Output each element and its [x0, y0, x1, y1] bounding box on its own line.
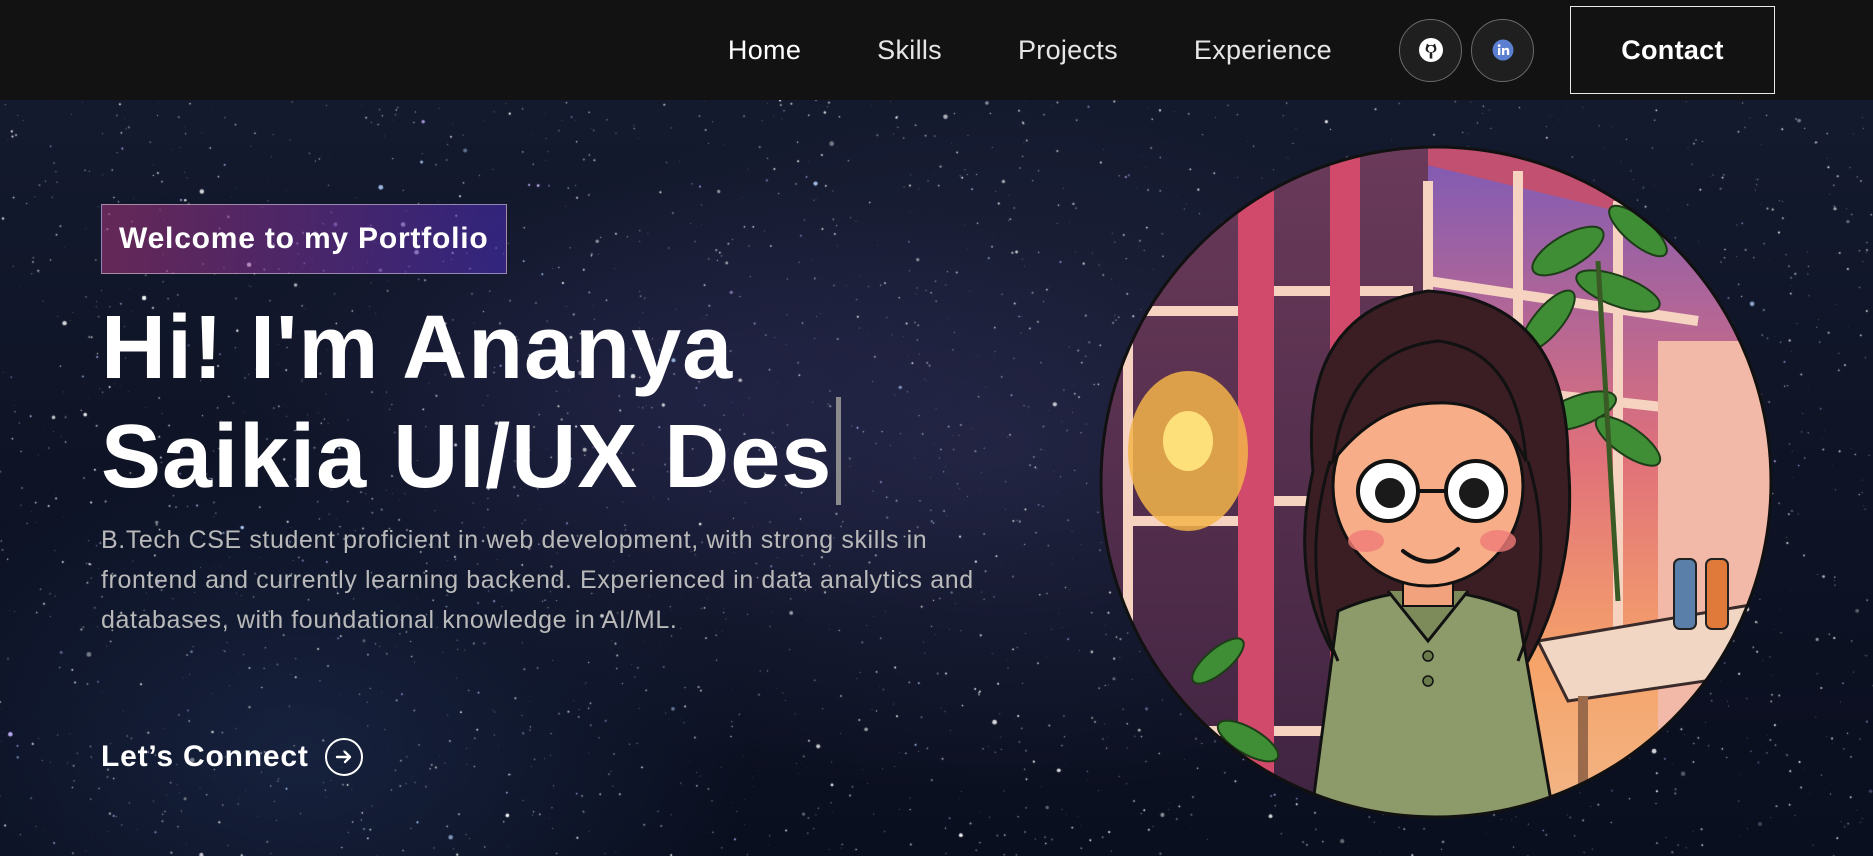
hero-title-line-2: Saikia UI/UX Des: [101, 397, 981, 506]
nav-link-projects[interactable]: Projects: [1018, 35, 1118, 66]
nav-link-home[interactable]: Home: [728, 35, 801, 66]
hero-title: Hi! I'm Ananya Saikia UI/UX Des: [101, 300, 981, 506]
hero-title-typed-text: Saikia UI/UX Des: [101, 407, 833, 507]
welcome-tagline: Welcome to my Portfolio: [101, 204, 507, 274]
github-button[interactable]: [1399, 18, 1462, 82]
hero-section: Welcome to my Portfolio Hi! I'm Ananya S…: [0, 100, 1873, 856]
hero-description: B.Tech CSE student proficient in web dev…: [101, 526, 974, 634]
linkedin-button[interactable]: [1471, 18, 1534, 82]
nav-link-skills[interactable]: Skills: [877, 35, 942, 66]
contact-button[interactable]: Contact: [1570, 6, 1775, 94]
navbar: Home Skills Projects Experience Contact: [0, 0, 1873, 100]
nav-link-experience[interactable]: Experience: [1194, 35, 1332, 66]
lets-connect-button[interactable]: Let’s Connect: [101, 738, 363, 776]
social-icons: [1390, 18, 1534, 82]
linkedin-icon: [1492, 39, 1513, 61]
lets-connect-label: Let’s Connect: [101, 740, 309, 773]
github-icon: [1418, 38, 1443, 62]
avatar: [1099, 145, 1773, 819]
avatar-illustration: [1098, 141, 1774, 856]
typing-cursor: [836, 397, 842, 505]
arrow-right-circle-icon: [324, 738, 363, 776]
hero-title-line-1: Hi! I'm Ananya: [101, 298, 734, 398]
nav-links: Home Skills Projects Experience: [728, 35, 1332, 66]
